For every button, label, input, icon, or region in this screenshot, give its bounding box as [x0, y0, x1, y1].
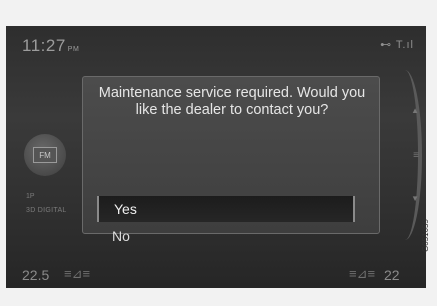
radio-preset: 1P: [26, 193, 35, 200]
clock-ampm: PM: [67, 46, 80, 53]
left-seat-heat-icon[interactable]: ≡⊿≡: [64, 266, 90, 282]
radio-source-icon[interactable]: FM: [24, 134, 66, 176]
clock-time: 11:27: [22, 36, 66, 55]
infotainment-screen: 11:27 PM ⊷ T.ıl FM 1P 3D DIGITAL ▲ ≡ ▼ 22…: [6, 26, 426, 288]
image-code: G051059: [421, 219, 430, 252]
radio-station: 3D DIGITAL: [26, 207, 67, 214]
option-yes[interactable]: Yes: [97, 196, 355, 222]
clock: 11:27 PM: [22, 36, 79, 56]
menu-lines-icon[interactable]: ≡: [413, 150, 419, 161]
scroll-up-icon[interactable]: ▲: [411, 106, 419, 115]
left-temperature[interactable]: 22.5: [22, 267, 49, 283]
scroll-down-icon[interactable]: ▼: [411, 194, 419, 203]
fm-band-label: FM: [33, 147, 57, 163]
dialog-message: Maintenance service required. Would you …: [98, 85, 366, 118]
right-seat-heat-icon[interactable]: ≡⊿≡: [349, 266, 375, 282]
maintenance-dialog: Maintenance service required. Would you …: [82, 76, 380, 244]
right-temperature[interactable]: 22: [384, 267, 400, 283]
signal-status-icon: ⊷ T.ıl: [380, 39, 414, 51]
option-no[interactable]: No: [97, 223, 355, 249]
